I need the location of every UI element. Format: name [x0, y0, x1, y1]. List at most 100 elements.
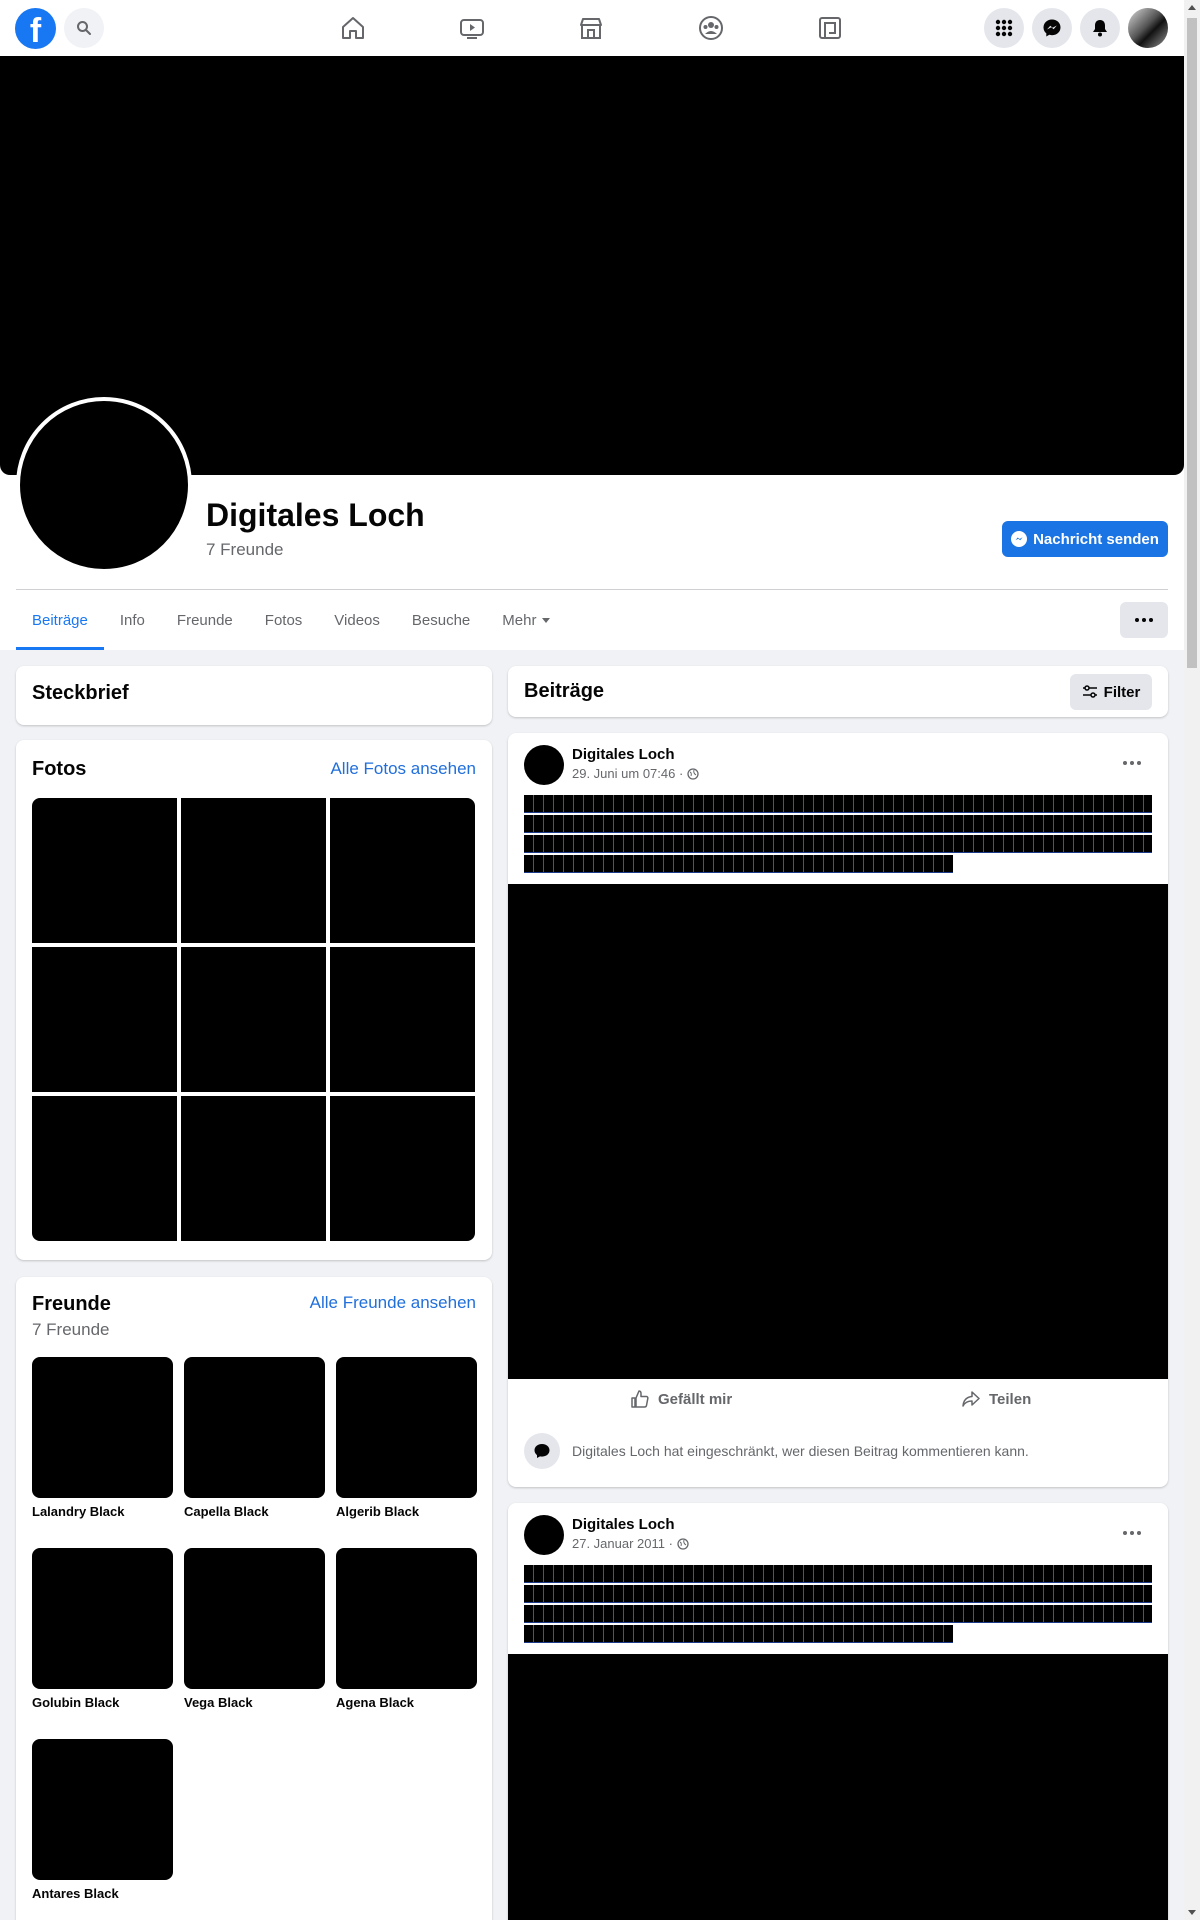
friend-item[interactable]: Golubin Black	[32, 1548, 173, 1710]
friend-photo[interactable]	[32, 1548, 173, 1689]
menu-button[interactable]	[984, 8, 1024, 48]
tab-info[interactable]: Info	[104, 590, 161, 650]
post-author-avatar[interactable]	[524, 1515, 564, 1555]
tab-more[interactable]: Mehr	[486, 590, 566, 650]
post-card: Digitales Loch 27. Januar 2011 ·	[508, 1503, 1168, 1920]
groups-icon	[699, 16, 723, 40]
filter-button[interactable]: Filter	[1070, 674, 1152, 710]
scrollbar[interactable]	[1184, 0, 1200, 1920]
scroll-down-arrow-icon[interactable]	[1188, 1910, 1196, 1915]
share-icon	[962, 1391, 980, 1407]
send-message-button[interactable]: Nachricht senden	[1002, 521, 1168, 557]
friend-item[interactable]: Lalandry Black	[32, 1357, 173, 1519]
friend-name[interactable]: Capella Black	[184, 1504, 325, 1519]
friend-item[interactable]: Agena Black	[336, 1548, 477, 1710]
like-button[interactable]: Gefällt mir	[630, 1389, 732, 1409]
like-label: Gefällt mir	[658, 1390, 733, 1408]
search-button[interactable]	[64, 8, 104, 48]
tab-checkins[interactable]: Besuche	[396, 590, 486, 650]
post-meta: 29. Juni um 07:46 ·	[572, 766, 699, 781]
photos-card: Fotos Alle Fotos ansehen	[16, 740, 492, 1260]
profile-name: Digitales Loch	[206, 497, 425, 533]
post-author-name[interactable]: Digitales Loch	[572, 1516, 675, 1533]
notifications-icon	[1093, 20, 1107, 37]
photo-thumbnail[interactable]	[181, 947, 326, 1092]
post-date[interactable]: 29. Juni um 07:46 ·	[572, 766, 683, 781]
post-image[interactable]	[508, 1654, 1168, 1920]
post-options-button[interactable]	[1114, 1515, 1150, 1551]
profile-more-options-button[interactable]	[1120, 602, 1168, 638]
account-avatar[interactable]	[1128, 8, 1168, 48]
globe-icon	[677, 1537, 689, 1550]
marketplace-icon	[580, 18, 602, 39]
share-label: Teilen	[989, 1390, 1032, 1408]
friend-name[interactable]: Vega Black	[184, 1695, 325, 1710]
friend-name[interactable]: Lalandry Black	[32, 1504, 173, 1519]
facebook-logo-icon[interactable]: f	[15, 8, 56, 49]
tab-photos[interactable]: Fotos	[249, 590, 319, 650]
friend-photo[interactable]	[336, 1548, 477, 1689]
photo-thumbnail[interactable]	[32, 1096, 177, 1241]
friend-item[interactable]: Algerib Black	[336, 1357, 477, 1519]
menu-icon	[995, 19, 1013, 37]
gaming-nav-button[interactable]	[780, 8, 880, 48]
scroll-up-arrow-icon[interactable]	[1188, 5, 1196, 10]
gaming-icon	[819, 17, 841, 39]
friend-name[interactable]: Antares Black	[32, 1886, 173, 1901]
friend-photo[interactable]	[32, 1739, 173, 1880]
more-options-icon	[1123, 761, 1127, 765]
all-friends-link[interactable]: Alle Freunde ansehen	[310, 1293, 476, 1313]
photo-thumbnail[interactable]	[32, 798, 177, 943]
post-options-button[interactable]	[1114, 745, 1150, 781]
friend-photo[interactable]	[32, 1357, 173, 1498]
tab-posts[interactable]: Beiträge	[16, 590, 104, 650]
friend-photo[interactable]	[184, 1357, 325, 1498]
post-card: Digitales Loch 29. Juni um 07:46 · Gefäl…	[508, 733, 1168, 1487]
friend-name[interactable]: Algerib Black	[336, 1504, 477, 1519]
tab-videos[interactable]: Videos	[318, 590, 396, 650]
notifications-button[interactable]	[1080, 8, 1120, 48]
caret-down-icon	[542, 617, 551, 623]
photo-thumbnail[interactable]	[330, 798, 475, 943]
home-icon	[342, 17, 364, 39]
friends-card: Freunde Alle Freunde ansehen 7 Freunde L…	[16, 1277, 492, 1920]
friend-item[interactable]: Capella Black	[184, 1357, 325, 1519]
friend-item[interactable]: Antares Black	[32, 1739, 173, 1901]
post-image[interactable]	[508, 884, 1168, 1379]
friend-name[interactable]: Agena Black	[336, 1695, 477, 1710]
tab-friends[interactable]: Freunde	[161, 590, 249, 650]
photo-thumbnail[interactable]	[330, 1096, 475, 1241]
photo-thumbnail[interactable]	[32, 947, 177, 1092]
tab-more-label: Mehr	[502, 611, 537, 629]
photos-title: Fotos	[32, 758, 87, 780]
friend-item[interactable]: Vega Black	[184, 1548, 325, 1710]
profile-picture[interactable]	[16, 397, 192, 573]
like-icon	[631, 1390, 649, 1408]
photo-thumbnail[interactable]	[181, 1096, 326, 1241]
watch-nav-button[interactable]	[422, 8, 522, 48]
post-author-avatar[interactable]	[524, 745, 564, 785]
post-meta: 27. Januar 2011 ·	[572, 1536, 689, 1551]
share-button[interactable]: Teilen	[961, 1389, 1031, 1409]
friend-photo[interactable]	[184, 1548, 325, 1689]
home-nav-button[interactable]	[303, 8, 403, 48]
messenger-button[interactable]	[1032, 8, 1072, 48]
all-photos-link[interactable]: Alle Fotos ansehen	[330, 759, 476, 779]
messenger-icon	[1043, 19, 1061, 37]
post-author-name[interactable]: Digitales Loch	[572, 746, 675, 763]
intro-title: Steckbrief	[32, 682, 129, 704]
photo-thumbnail[interactable]	[330, 947, 475, 1092]
photo-thumbnail[interactable]	[181, 798, 326, 943]
friend-photo[interactable]	[336, 1357, 477, 1498]
filter-label: Filter	[1103, 683, 1141, 701]
friend-count[interactable]: 7 Freunde	[206, 540, 284, 560]
cover-photo[interactable]	[0, 56, 1184, 475]
more-options-icon	[1135, 618, 1139, 622]
intro-card: Steckbrief	[16, 666, 492, 725]
post-date[interactable]: 27. Januar 2011 ·	[572, 1536, 673, 1551]
comment-icon	[534, 1444, 550, 1458]
scroll-thumb[interactable]	[1187, 18, 1197, 668]
friend-name[interactable]: Golubin Black	[32, 1695, 173, 1710]
marketplace-nav-button[interactable]	[541, 8, 641, 48]
groups-nav-button[interactable]	[661, 8, 761, 48]
